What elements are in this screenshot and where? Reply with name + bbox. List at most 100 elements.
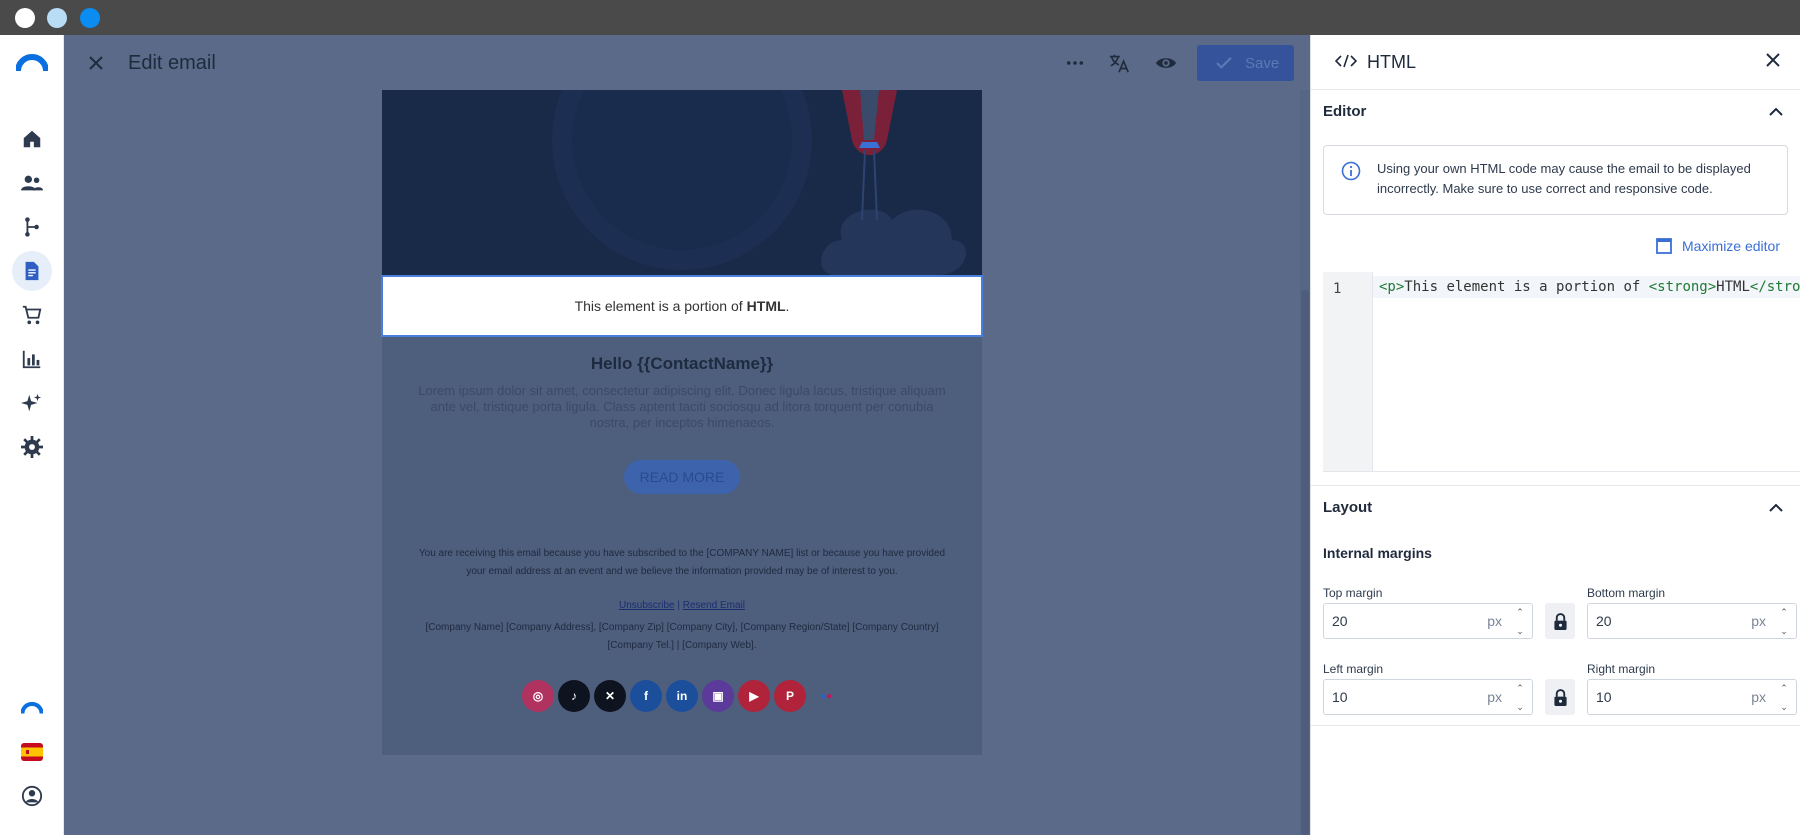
info-text: Using your own HTML code may cause the e… xyxy=(1377,161,1751,196)
info-notice: Using your own HTML code may cause the e… xyxy=(1323,145,1788,215)
maximize-editor-button[interactable]: Maximize editor xyxy=(1656,238,1780,254)
lock-horizontal-margins-icon[interactable] xyxy=(1545,679,1575,715)
language-spain-flag-icon[interactable] xyxy=(12,732,52,772)
email-canvas: This element is a portion of HTML . Hell… xyxy=(381,90,983,755)
facebook-icon[interactable]: f xyxy=(630,680,662,712)
editor-topbar: Edit email Save xyxy=(64,35,1310,90)
code-strong-open-tag: <strong> xyxy=(1648,279,1717,295)
save-button[interactable]: Save xyxy=(1197,45,1294,81)
top-margin-value: 20 xyxy=(1332,613,1348,629)
twitch-icon[interactable]: ▣ xyxy=(702,680,734,712)
top-margin-input[interactable]: 20 px ⌃ ⌄ xyxy=(1323,603,1533,639)
email-greeting[interactable]: Hello {{ContactName}} xyxy=(382,354,982,374)
nav-home-icon[interactable] xyxy=(12,119,52,159)
panel-title: HTML xyxy=(1367,52,1416,72)
maximize-window-icon xyxy=(1656,238,1672,254)
flickr-icon[interactable]: ● ● xyxy=(810,680,842,712)
tiktok-icon[interactable]: ♪ xyxy=(558,680,590,712)
top-margin-label: Top margin xyxy=(1323,586,1383,600)
code-icon xyxy=(1334,54,1358,73)
footer-notice[interactable]: You are receiving this email because you… xyxy=(412,545,952,581)
left-margin-stepper[interactable]: ⌃ ⌄ xyxy=(1514,683,1526,713)
youtube-icon[interactable]: ▶ xyxy=(738,680,770,712)
code-text: This element is a portion of xyxy=(1404,279,1649,295)
info-icon xyxy=(1341,161,1361,186)
translate-icon[interactable] xyxy=(1106,50,1132,76)
html-block-text: This element is a portion of xyxy=(574,298,743,314)
code-inner-text: HTML xyxy=(1716,279,1750,295)
panel-header: HTML xyxy=(1311,35,1800,90)
left-margin-unit: px xyxy=(1487,689,1502,705)
window-maximize-control[interactable] xyxy=(80,8,100,28)
linkedin-icon[interactable]: in xyxy=(666,680,698,712)
html-properties-panel: HTML Editor Using your own HTML code may… xyxy=(1310,35,1800,835)
more-options-icon[interactable] xyxy=(1062,50,1088,76)
right-margin-value: 10 xyxy=(1596,689,1612,705)
left-margin-value: 10 xyxy=(1332,689,1348,705)
lock-vertical-margins-icon[interactable] xyxy=(1545,603,1575,639)
window-close-control[interactable] xyxy=(15,8,35,28)
code-p-tag: <p> xyxy=(1379,279,1405,295)
right-margin-input[interactable]: 10 px ⌃ ⌄ xyxy=(1587,679,1797,715)
section-divider xyxy=(1311,725,1800,726)
footer-address[interactable]: [Company Name] [Company Address], [Compa… xyxy=(412,619,952,655)
top-margin-stepper[interactable]: ⌃ ⌄ xyxy=(1514,607,1526,637)
left-margin-input[interactable]: 10 px ⌃ ⌄ xyxy=(1323,679,1533,715)
left-margin-label: Left margin xyxy=(1323,662,1384,676)
bottom-margin-unit: px xyxy=(1751,613,1766,629)
social-icons-row[interactable]: ◎ ♪ ✕ f in ▣ ▶ P ● ● xyxy=(382,680,982,712)
line-number: 1 xyxy=(1333,281,1342,297)
right-margin-stepper[interactable]: ⌃ ⌄ xyxy=(1778,683,1790,713)
account-avatar-icon[interactable] xyxy=(12,776,52,816)
nav-ai-sparkle-icon[interactable] xyxy=(12,383,52,423)
email-body-text[interactable]: Lorem ipsum dolor sit amet, consectetur … xyxy=(417,383,947,431)
nav-contacts-icon[interactable] xyxy=(12,163,52,203)
brand-logo-icon[interactable] xyxy=(15,53,49,73)
window-minimize-control[interactable] xyxy=(47,8,67,28)
bottom-margin-value: 20 xyxy=(1596,613,1612,629)
top-margin-unit: px xyxy=(1487,613,1502,629)
bottom-margin-stepper[interactable]: ⌃ ⌄ xyxy=(1778,607,1790,637)
nav-automation-icon[interactable] xyxy=(12,207,52,247)
bottom-margin-input[interactable]: 20 px ⌃ ⌄ xyxy=(1587,603,1797,639)
read-more-button[interactable]: READ MORE xyxy=(624,460,740,494)
footer-separator: | xyxy=(677,600,680,611)
html-block-end: . xyxy=(785,298,790,314)
right-margin-label: Right margin xyxy=(1587,662,1656,676)
window-titlebar xyxy=(0,0,1800,35)
chevron-up-icon[interactable] xyxy=(1766,102,1786,122)
x-icon[interactable]: ✕ xyxy=(594,680,626,712)
page-title: Edit email xyxy=(128,52,216,74)
check-icon xyxy=(1216,56,1232,69)
code-line[interactable]: <p>This element is a portion of <strong>… xyxy=(1373,276,1800,298)
left-nav xyxy=(0,35,64,835)
nav-settings-gear-icon[interactable] xyxy=(12,427,52,467)
editor-section-title[interactable]: Editor xyxy=(1323,103,1366,120)
footer-links: Unsubscribe | Resend Email xyxy=(382,600,982,611)
close-editor-icon[interactable] xyxy=(84,51,108,75)
bottom-margin-label: Bottom margin xyxy=(1587,586,1666,600)
resend-email-link[interactable]: Resend Email xyxy=(683,600,745,611)
code-gutter: 1 xyxy=(1323,272,1373,471)
html-code-editor[interactable]: 1 <p>This element is a portion of <stron… xyxy=(1323,272,1800,472)
instagram-icon[interactable]: ◎ xyxy=(522,680,554,712)
preview-eye-icon[interactable] xyxy=(1153,50,1179,76)
brand-mini-logo-icon[interactable] xyxy=(12,688,52,728)
hero-image[interactable] xyxy=(382,90,982,275)
editor-scrollbar-thumb[interactable] xyxy=(1301,290,1309,835)
html-block-selected[interactable]: This element is a portion of HTML . xyxy=(381,275,983,337)
nav-shop-icon[interactable] xyxy=(12,295,52,335)
section-divider xyxy=(1311,485,1800,486)
pinterest-icon[interactable]: P xyxy=(774,680,806,712)
code-strong-close-tag: </strong> xyxy=(1749,279,1800,295)
maximize-editor-label: Maximize editor xyxy=(1681,238,1780,254)
chevron-up-icon[interactable] xyxy=(1766,498,1786,518)
internal-margins-title: Internal margins xyxy=(1323,545,1432,561)
layout-section-title[interactable]: Layout xyxy=(1323,499,1372,516)
right-margin-unit: px xyxy=(1751,689,1766,705)
html-block-strong: HTML xyxy=(746,298,786,314)
nav-reports-icon[interactable] xyxy=(12,339,52,379)
nav-email-templates-icon[interactable] xyxy=(12,251,52,291)
close-panel-icon[interactable] xyxy=(1765,52,1781,73)
unsubscribe-link[interactable]: Unsubscribe xyxy=(619,600,675,611)
